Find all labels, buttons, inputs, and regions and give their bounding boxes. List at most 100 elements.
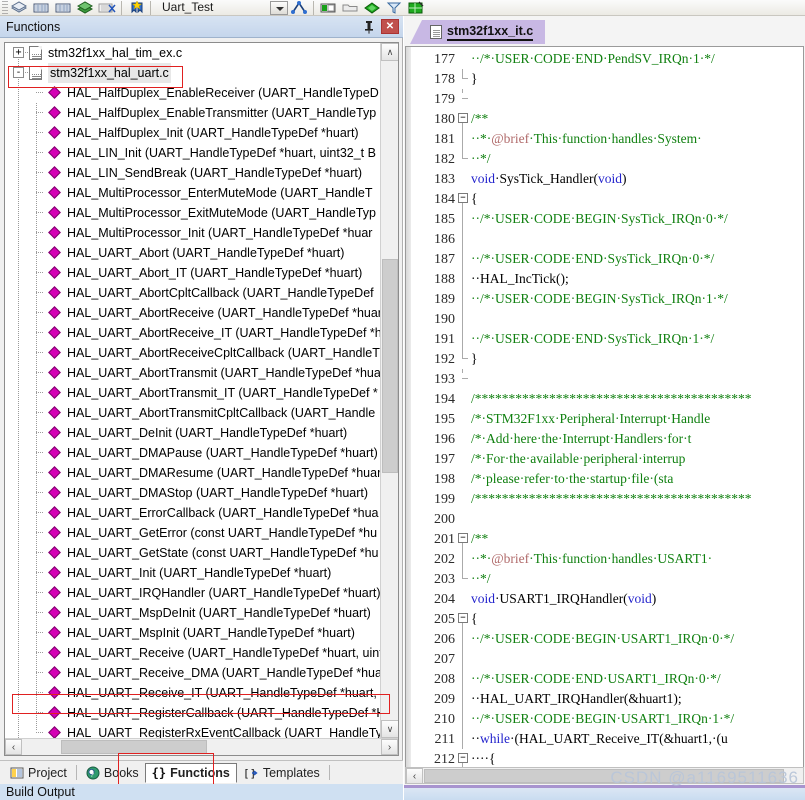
code-line[interactable]: 212− ····{ bbox=[411, 749, 803, 769]
fold-column[interactable] bbox=[455, 69, 471, 89]
functions-tree-vscrollbar[interactable]: ∧ ∨ bbox=[380, 43, 398, 738]
folder-icon[interactable] bbox=[340, 0, 360, 15]
code-line[interactable]: 195 /*·STM32F1xx·Peripheral·Interrupt·Han… bbox=[411, 409, 803, 429]
fold-column[interactable]: − bbox=[455, 749, 471, 769]
bottom-tab-templates[interactable]: [] Templates bbox=[237, 763, 326, 783]
table-icon[interactable] bbox=[31, 0, 51, 15]
code-line[interactable]: 191 ··/*·USER·CODE·END·SysTick_IRQn·1·*/ bbox=[411, 329, 803, 349]
code-line[interactable]: 177 ··/*·USER·CODE·END·PendSV_IRQn·1·*/ bbox=[411, 49, 803, 69]
fold-toggle-icon[interactable]: − bbox=[458, 613, 468, 623]
functions-tree-hscrollbar[interactable]: ‹ › bbox=[5, 738, 398, 755]
code-line[interactable]: 203 ··*/ bbox=[411, 569, 803, 589]
fold-column[interactable] bbox=[455, 509, 471, 529]
code-line[interactable]: 185 ··/*·USER·CODE·BEGIN·SysTick_IRQn·0·*… bbox=[411, 209, 803, 229]
code-line[interactable]: 205−{ bbox=[411, 609, 803, 629]
scroll-left-icon[interactable]: ‹ bbox=[5, 739, 22, 755]
tree-file-row[interactable]: + stm32f1xx_hal_tim_ex.c bbox=[5, 43, 380, 63]
tree-function-row[interactable]: HAL_UART_Receive_IT (UART_HandleTypeDef … bbox=[5, 683, 380, 703]
fold-toggle-icon[interactable]: − bbox=[458, 533, 468, 543]
tree-function-row[interactable]: HAL_UART_RegisterRxEventCallback (UART_H… bbox=[5, 723, 380, 738]
code-area[interactable]: 177 ··/*·USER·CODE·END·PendSV_IRQn·1·*/17… bbox=[405, 46, 804, 780]
code-line[interactable]: 210 ··/*·USER·CODE·BEGIN·USART1_IRQn·1·*/ bbox=[411, 709, 803, 729]
hscroll-thumb[interactable] bbox=[61, 740, 207, 754]
tree-function-row[interactable]: HAL_UART_DeInit (UART_HandleTypeDef *hua… bbox=[5, 423, 380, 443]
fold-column[interactable] bbox=[455, 469, 471, 489]
tree-function-row[interactable]: HAL_UART_Receive_DMA (UART_HandleTypeDef… bbox=[5, 663, 380, 683]
fold-column[interactable] bbox=[455, 89, 471, 109]
fold-column[interactable] bbox=[455, 589, 471, 609]
table2-icon[interactable] bbox=[53, 0, 73, 15]
code-line[interactable]: 186 bbox=[411, 229, 803, 249]
code-line[interactable]: 189 ··/*·USER·CODE·BEGIN·SysTick_IRQn·1·*… bbox=[411, 289, 803, 309]
fold-column[interactable] bbox=[455, 369, 471, 389]
tree-function-row[interactable]: HAL_UART_MspInit (UART_HandleTypeDef *hu… bbox=[5, 623, 380, 643]
tree-function-row[interactable]: HAL_HalfDuplex_Init (UART_HandleTypeDef … bbox=[5, 123, 380, 143]
diamond-green-icon[interactable] bbox=[362, 0, 382, 15]
fold-column[interactable]: − bbox=[455, 109, 471, 129]
code-line[interactable]: 182 ··*/ bbox=[411, 149, 803, 169]
fold-toggle-icon[interactable]: − bbox=[458, 753, 468, 763]
tree-function-row[interactable]: HAL_UART_RegisterCallback (UART_HandleTy… bbox=[5, 703, 380, 723]
fold-column[interactable]: − bbox=[455, 189, 471, 209]
fold-column[interactable] bbox=[455, 669, 471, 689]
fold-toggle-icon[interactable]: − bbox=[458, 193, 468, 203]
tree-function-row[interactable]: HAL_UART_Init (UART_HandleTypeDef *huart… bbox=[5, 563, 380, 583]
fold-column[interactable] bbox=[455, 689, 471, 709]
scroll-up-icon[interactable]: ∧ bbox=[381, 43, 398, 61]
tree-function-row[interactable]: HAL_UART_DMAStop (UART_HandleTypeDef *hu… bbox=[5, 483, 380, 503]
code-line[interactable]: 204 void·USART1_IRQHandler(void) bbox=[411, 589, 803, 609]
tree-function-row[interactable]: HAL_UART_Abort_IT (UART_HandleTypeDef *h… bbox=[5, 263, 380, 283]
code-line[interactable]: 188 ··HAL_IncTick(); bbox=[411, 269, 803, 289]
tree-function-row[interactable]: HAL_HalfDuplex_EnableReceiver (UART_Hand… bbox=[5, 83, 380, 103]
code-line[interactable]: 178} bbox=[411, 69, 803, 89]
tree-function-row[interactable]: HAL_LIN_SendBreak (UART_HandleTypeDef *h… bbox=[5, 163, 380, 183]
tree-function-row[interactable]: HAL_UART_AbortTransmitCpltCallback (UART… bbox=[5, 403, 380, 423]
tree-function-row[interactable]: HAL_UART_ErrorCallback (UART_HandleTypeD… bbox=[5, 503, 380, 523]
fold-column[interactable] bbox=[455, 729, 471, 749]
scroll-right-icon[interactable]: › bbox=[381, 739, 398, 755]
code-line[interactable]: 211 ··while·(HAL_UART_Receive_IT(&huart1,… bbox=[411, 729, 803, 749]
fold-column[interactable] bbox=[455, 649, 471, 669]
fold-column[interactable] bbox=[455, 349, 471, 369]
fold-column[interactable] bbox=[455, 629, 471, 649]
fold-column[interactable] bbox=[455, 229, 471, 249]
tree-function-row[interactable]: HAL_UART_Abort (UART_HandleTypeDef *huar… bbox=[5, 243, 380, 263]
fold-column[interactable] bbox=[455, 149, 471, 169]
tree-file-row[interactable]: - stm32f1xx_hal_uart.c bbox=[5, 63, 380, 83]
fold-column[interactable] bbox=[455, 249, 471, 269]
code-line[interactable]: 181 ··*·@brief·This·function·handles·Syst… bbox=[411, 129, 803, 149]
tree-function-row[interactable]: HAL_UART_AbortCpltCallback (UART_HandleT… bbox=[5, 283, 380, 303]
fold-column[interactable] bbox=[455, 269, 471, 289]
tree-function-row[interactable]: HAL_UART_AbortReceive (UART_HandleTypeDe… bbox=[5, 303, 380, 323]
code-line[interactable]: 200 bbox=[411, 509, 803, 529]
code-line[interactable]: 194 /************************************… bbox=[411, 389, 803, 409]
fold-column[interactable] bbox=[455, 449, 471, 469]
code-line[interactable]: 196 /*·Add·here·the·Interrupt·Handlers·fo… bbox=[411, 429, 803, 449]
tree-function-row[interactable]: HAL_HalfDuplex_EnableTransmitter (UART_H… bbox=[5, 103, 380, 123]
code-line[interactable]: 190 bbox=[411, 309, 803, 329]
code-line[interactable]: 202 ··*·@brief·This·function·handles·USAR… bbox=[411, 549, 803, 569]
code-line[interactable]: 207 bbox=[411, 649, 803, 669]
funnel-icon[interactable] bbox=[384, 0, 404, 15]
tree-function-row[interactable]: HAL_UART_IRQHandler (UART_HandleTypeDef … bbox=[5, 583, 380, 603]
combo-dropdown-icon[interactable] bbox=[270, 0, 288, 15]
code-line[interactable]: 209 ··HAL_UART_IRQHandler(&huart1); bbox=[411, 689, 803, 709]
globe-icon[interactable] bbox=[406, 0, 426, 15]
tree-function-row[interactable]: HAL_UART_AbortTransmit_IT (UART_HandleTy… bbox=[5, 383, 380, 403]
insert-bookmark-icon[interactable] bbox=[126, 0, 146, 15]
tree-function-row[interactable]: HAL_UART_GetError (const UART_HandleType… bbox=[5, 523, 380, 543]
fold-column[interactable] bbox=[455, 709, 471, 729]
tree-function-row[interactable]: HAL_UART_DMAResume (UART_HandleTypeDef *… bbox=[5, 463, 380, 483]
fold-column[interactable] bbox=[455, 389, 471, 409]
close-icon[interactable]: ✕ bbox=[381, 19, 399, 34]
fold-column[interactable] bbox=[455, 429, 471, 449]
code-line[interactable]: 179 bbox=[411, 89, 803, 109]
fold-column[interactable]: − bbox=[455, 529, 471, 549]
project-name-combo[interactable]: Uart_Test bbox=[160, 1, 270, 15]
fold-column[interactable] bbox=[455, 129, 471, 149]
bottom-tab-books[interactable]: ? Books bbox=[80, 763, 145, 783]
fold-column[interactable] bbox=[455, 309, 471, 329]
tree-expander-icon[interactable]: + bbox=[13, 47, 24, 58]
tree-function-row[interactable]: HAL_UART_GetState (const UART_HandleType… bbox=[5, 543, 380, 563]
code-line[interactable]: 199 /************************************… bbox=[411, 489, 803, 509]
